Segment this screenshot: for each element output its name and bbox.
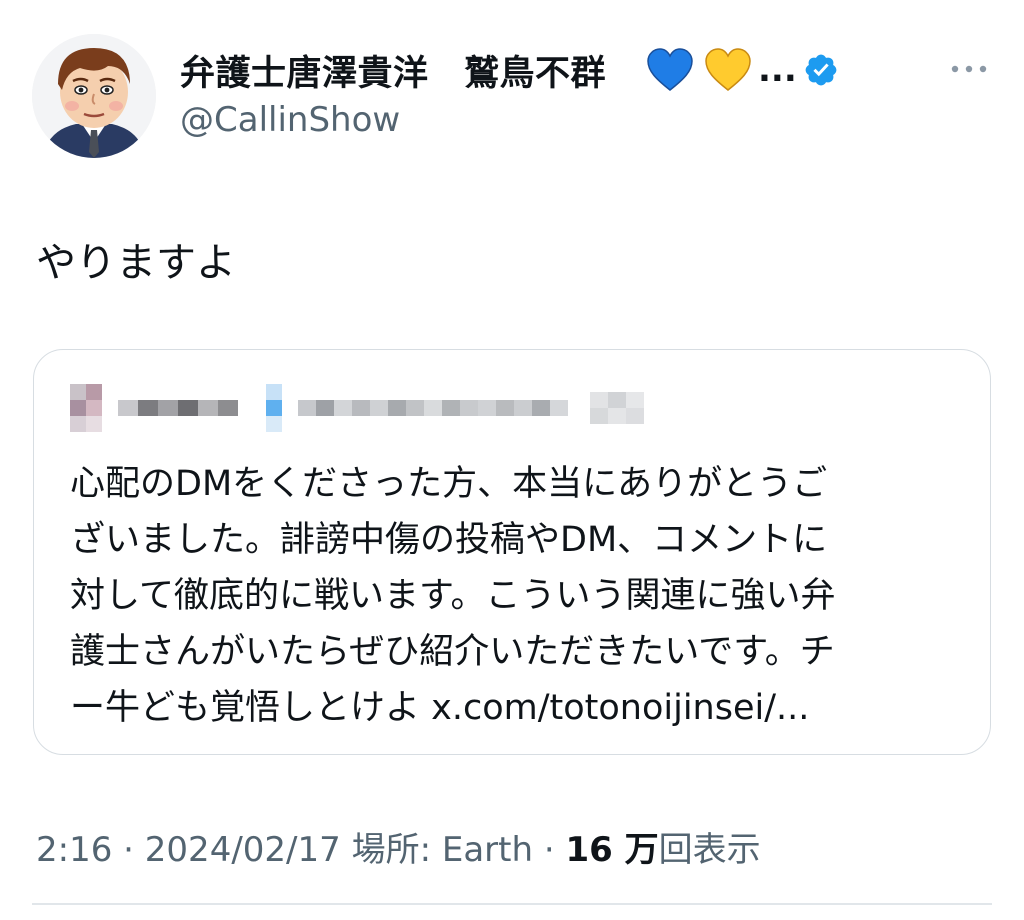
meta-separator: ·: [112, 830, 145, 870]
divider: [32, 903, 992, 905]
tweet-text: やりますよ: [36, 240, 236, 286]
user-handle[interactable]: @CallinShow: [180, 100, 400, 140]
name-truncation: ...: [758, 50, 797, 90]
quoted-tweet-line: ざいました。誹謗中傷の投稿やDM、コメントに: [70, 520, 828, 560]
tweet-date[interactable]: 2024/02/17: [145, 830, 341, 870]
more-dots-icon: [951, 65, 987, 73]
tweet-time[interactable]: 2:16: [36, 830, 112, 870]
author-name-row[interactable]: 弁護士唐澤貴洋 鷲鳥不群 ...: [180, 42, 839, 98]
quoted-tweet-line: 護士さんがいたらぜひ紹介いただきたいです。チ: [70, 632, 835, 672]
view-count: 16 万: [565, 830, 659, 870]
meta-separator: ·: [533, 830, 566, 870]
tweet-location: 場所: Earth: [340, 830, 534, 870]
quoted-tweet-line: ー牛ども覚悟しとけよ x.com/totonoijinsei/...: [70, 688, 810, 728]
display-name[interactable]: 弁護士唐澤貴洋 鷲鳥不群: [180, 45, 606, 96]
quoted-tweet-line: 対して徹底的に戦います。こういう関連に強い弁: [70, 576, 836, 616]
tweet-metadata: 2:16 · 2024/02/17 場所: Earth · 16 万回表示: [36, 822, 761, 871]
quote-tweet-card[interactable]: 心配のDMをくださった方、本当にありがとうご ざいました。誹謗中傷の投稿やDM、…: [33, 349, 991, 755]
quoted-tweet-text: 心配のDMをくださった方、本当にありがとうご ざいました。誹謗中傷の投稿やDM、…: [70, 456, 962, 736]
avatar-illustration: [32, 34, 156, 158]
quoted-tweet-line: 心配のDMをくださった方、本当にありがとうご: [70, 464, 828, 504]
yellow-heart-icon: [705, 48, 751, 91]
verified-badge-icon[interactable]: [803, 52, 839, 88]
view-count-label: 回表示: [658, 830, 761, 870]
blue-heart-icon: [647, 48, 693, 91]
more-options-button[interactable]: [946, 54, 992, 84]
quoted-author-blurred: [70, 384, 644, 432]
avatar[interactable]: [32, 34, 156, 158]
